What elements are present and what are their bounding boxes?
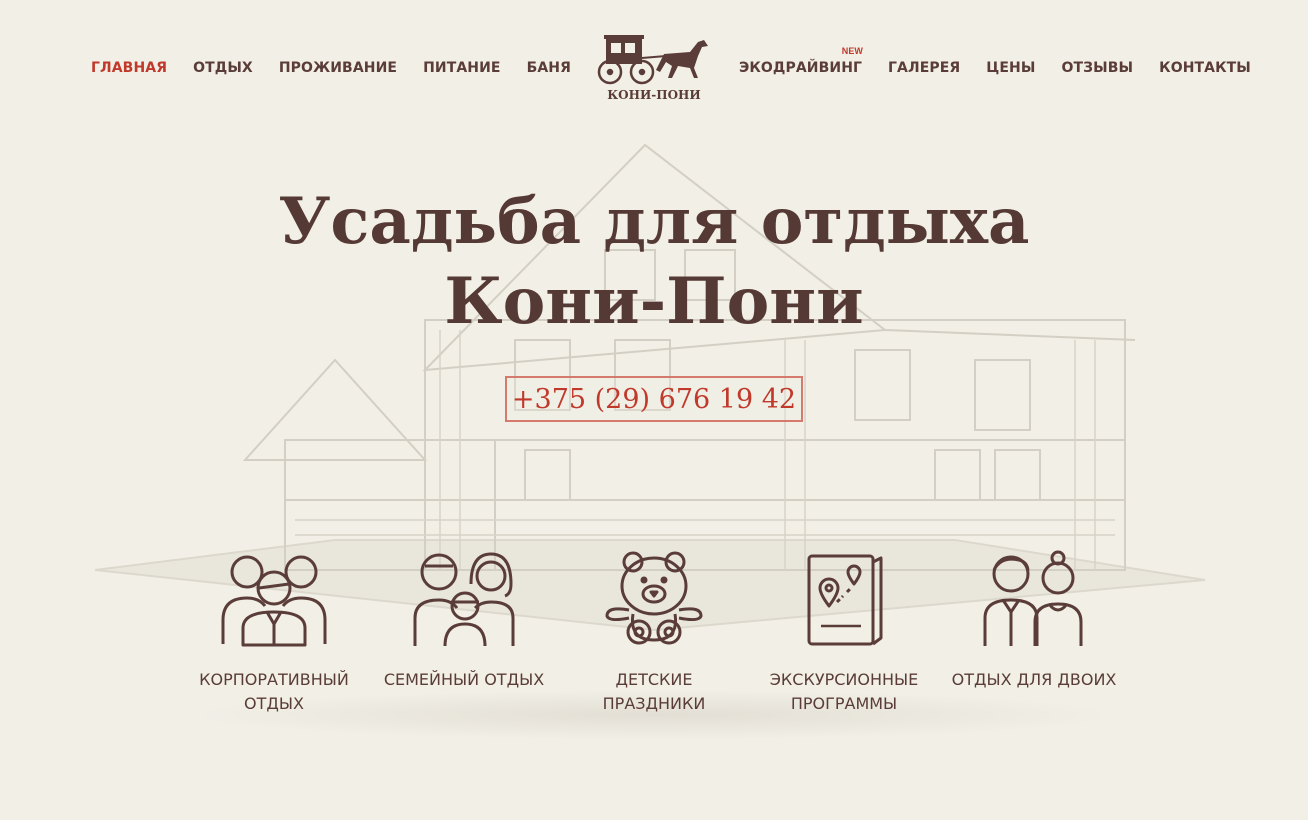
nav-item-sauna[interactable]: БАНЯ	[527, 60, 571, 76]
nav-item-food[interactable]: ПИТАНИЕ	[423, 60, 501, 76]
feature-corporate[interactable]: КОРПОРАТИВНЫЙ ОТДЫХ	[179, 548, 369, 716]
nav-item-reviews[interactable]: ОТЗЫВЫ	[1061, 60, 1133, 76]
feature-label: КОРПОРАТИВНЫЙ ОТДЫХ	[199, 670, 349, 713]
feature-label: ДЕТСКИЕ ПРАЗДНИКИ	[602, 670, 706, 713]
hero-title: Усадьба для отдыха Кони-Пони	[0, 182, 1308, 342]
new-badge: NEW	[841, 46, 864, 56]
site-logo[interactable]: КОНИ-ПОНИ	[594, 34, 714, 106]
logo-text: КОНИ-ПОНИ	[607, 88, 701, 102]
teddy-bear-icon	[605, 551, 703, 645]
nav-item-ecodriving-label: ЭКОДРАЙВИНГ	[739, 60, 863, 76]
nav-item-prices[interactable]: ЦЕНЫ	[986, 60, 1035, 76]
hero-title-line2: Кони-Пони	[444, 264, 864, 339]
nav-item-accommodation[interactable]: ПРОЖИВАНИЕ	[279, 60, 397, 76]
feature-label: ЭКСКУРСИОННЫЕ ПРОГРАММЫ	[769, 670, 919, 713]
carriage-horse-icon	[597, 35, 708, 85]
family-icon	[413, 552, 515, 647]
feature-couple[interactable]: ОТДЫХ ДЛЯ ДВОИХ	[939, 548, 1129, 692]
feature-excursions[interactable]: ЭКСКУРСИОННЫЕ ПРОГРАММЫ	[749, 548, 939, 716]
map-icon	[807, 554, 883, 646]
nav-item-home[interactable]: ГЛАВНАЯ	[91, 60, 167, 76]
couple-icon	[983, 550, 1083, 646]
phone-button[interactable]: +375 (29) 676 19 42	[505, 376, 803, 422]
nav-item-ecodriving[interactable]: ЭКОДРАЙВИНГ NEW	[739, 46, 863, 76]
feature-label: ОТДЫХ ДЛЯ ДВОИХ	[951, 670, 1117, 689]
nav-right: ЭКОДРАЙВИНГ NEW ГАЛЕРЕЯ ЦЕНЫ ОТЗЫВЫ КОНТ…	[739, 46, 1251, 78]
corporate-group-icon	[221, 555, 327, 647]
nav-item-rest[interactable]: ОТДЫХ	[193, 60, 253, 76]
feature-label: СЕМЕЙНЫЙ ОТДЫХ	[383, 670, 545, 689]
nav-left: ГЛАВНАЯ ОТДЫХ ПРОЖИВАНИЕ ПИТАНИЕ БАНЯ	[91, 58, 597, 78]
nav-item-gallery[interactable]: ГАЛЕРЕЯ	[888, 60, 960, 76]
hero-title-line1: Усадьба для отдыха	[278, 184, 1030, 259]
feature-family[interactable]: СЕМЕЙНЫЙ ОТДЫХ	[369, 548, 559, 692]
feature-kids[interactable]: ДЕТСКИЕ ПРАЗДНИКИ	[559, 548, 749, 716]
nav-item-contacts[interactable]: КОНТАКТЫ	[1159, 60, 1251, 76]
